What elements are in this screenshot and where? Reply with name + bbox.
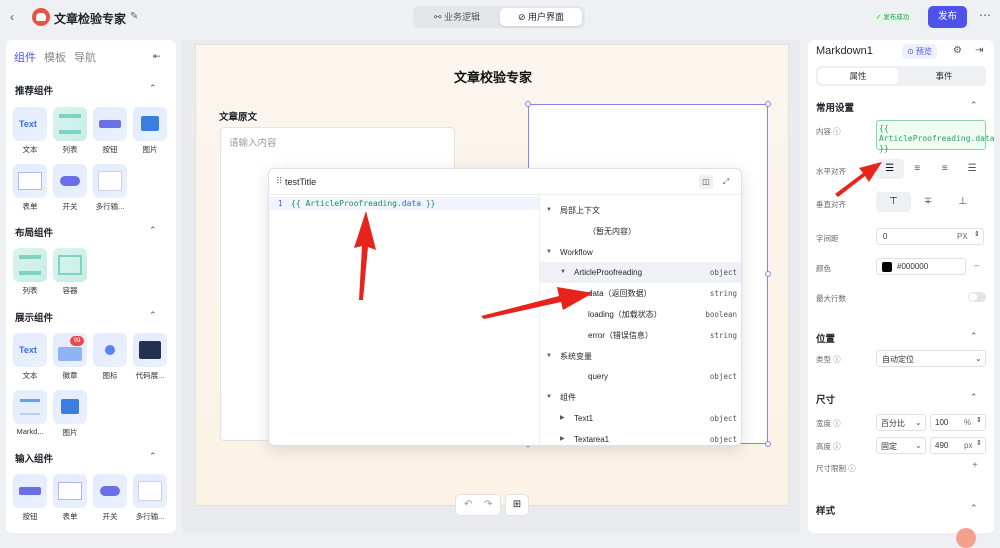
annotation-arrows — [354, 162, 882, 319]
arrow-to-code — [354, 211, 376, 300]
arrow-to-data-field — [481, 287, 593, 319]
arrow-to-content-field — [835, 162, 882, 197]
